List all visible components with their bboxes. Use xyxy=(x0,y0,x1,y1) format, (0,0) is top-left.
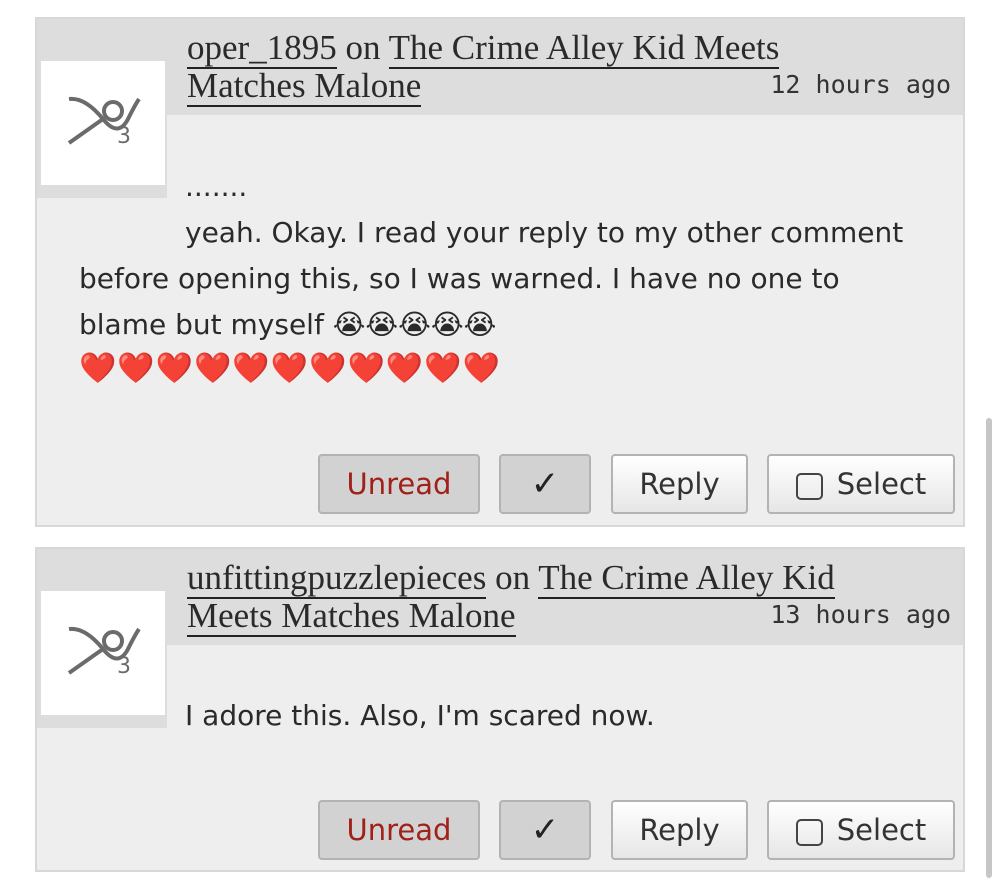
svg-text:3: 3 xyxy=(117,654,131,679)
scrollbar[interactable] xyxy=(986,418,992,878)
select-label: Select xyxy=(836,813,927,847)
checkbox-icon[interactable] xyxy=(795,472,823,500)
comment-body: ....... yeah. Okay. I read your reply to… xyxy=(79,164,933,390)
checkbox-icon[interactable] xyxy=(795,818,823,846)
comment-body: I adore this. Also, I'm scared now. xyxy=(79,693,933,739)
checkmark-icon: ✓ xyxy=(530,810,560,850)
reply-button[interactable]: Reply xyxy=(611,800,748,860)
timestamp: 13 hours ago xyxy=(770,600,951,629)
on-text: on xyxy=(345,28,381,67)
comment-heading: oper_1895 on The Crime Alley Kid Meets M… xyxy=(187,28,867,107)
author-link[interactable]: unfittingpuzzlepieces xyxy=(187,558,487,599)
comment-line: ....... xyxy=(185,170,248,203)
unread-button[interactable]: Unread xyxy=(318,800,480,860)
svg-text:3: 3 xyxy=(117,124,131,149)
comment-heading: unfittingpuzzlepieces on The Crime Alley… xyxy=(187,558,867,637)
reply-button[interactable]: Reply xyxy=(611,454,748,514)
select-button[interactable]: Select xyxy=(767,800,955,860)
select-label: Select xyxy=(836,467,927,501)
comment-line: I adore this. Also, I'm scared now. xyxy=(185,699,655,732)
mark-read-button[interactable]: ✓ xyxy=(499,454,591,514)
comment-paragraph: yeah. Okay. I read your reply to my othe… xyxy=(79,210,933,348)
default-avatar-icon: 3 xyxy=(67,626,141,679)
on-text: on xyxy=(495,558,531,597)
select-button[interactable]: Select xyxy=(767,454,955,514)
checkmark-icon: ✓ xyxy=(530,464,560,504)
comment-1: 3 oper_1895 on The Crime Alley Kid Meets… xyxy=(35,17,965,527)
author-link[interactable]: oper_1895 xyxy=(187,28,337,69)
unread-button[interactable]: Unread xyxy=(318,454,480,514)
hearts-emoji: ❤️❤️❤️❤️❤️❤️❤️❤️❤️❤️❤️ xyxy=(79,351,501,386)
default-avatar-icon: 3 xyxy=(67,96,141,149)
timestamp: 12 hours ago xyxy=(770,70,951,99)
mark-read-button[interactable]: ✓ xyxy=(499,800,591,860)
comment-line: yeah. Okay. I read your reply to my othe… xyxy=(79,216,904,341)
comment-2: 3 unfittingpuzzlepieces on The Crime All… xyxy=(35,547,965,872)
